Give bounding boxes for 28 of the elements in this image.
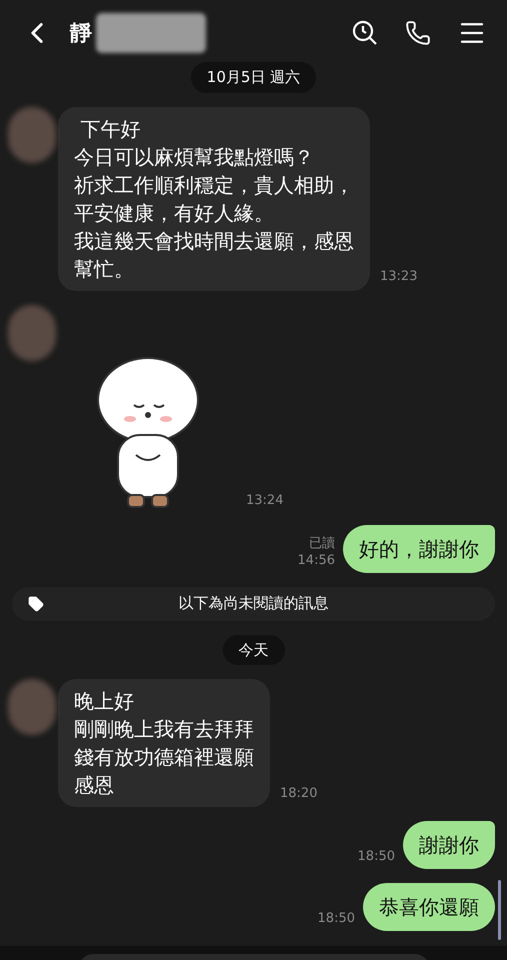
message-line: 幫忙。 — [74, 256, 135, 282]
message-line: 我這幾天會找時間去還願，感恩 — [74, 228, 354, 254]
tag-icon — [28, 596, 44, 612]
message-bubble: 好的，謝謝你 — [343, 524, 495, 572]
message-time: 13:24 — [246, 492, 284, 510]
message-line: 晚上好 — [74, 688, 135, 715]
message-line: 平安健康，有好人緣。 — [74, 200, 275, 226]
scrollbar-thumb — [498, 880, 501, 940]
message-time: 18:50 — [358, 848, 395, 865]
message-line: 錢有放功德箱裡還願 — [74, 744, 254, 771]
message-time: 18:50 — [318, 910, 355, 927]
message-line: 祈求工作順利穩定，貴人相助， — [74, 172, 354, 198]
message-line: 今日可以麻煩幫我點燈嗎？ — [74, 144, 315, 170]
message-time: 14:56 — [298, 552, 335, 568]
read-receipt: 已讀 — [309, 534, 335, 552]
message-line: 剛剛晚上我有去拜拜 — [74, 716, 254, 743]
date-label: 10月5日 週六 — [190, 62, 316, 92]
message-time: 18:20 — [280, 784, 318, 802]
message-time: 13:23 — [380, 268, 418, 286]
message-bubble: 恭喜你還願 — [363, 883, 495, 931]
message-bubble: 謝謝你 — [403, 821, 495, 869]
chat-title: 靜 — [70, 20, 92, 48]
phone-icon[interactable] — [405, 20, 431, 46]
message-line: 下午好 — [79, 116, 142, 142]
unread-label: 以下為尚未閱讀的訊息 — [178, 593, 330, 614]
date-label: 今天 — [222, 634, 284, 665]
message-line: 感恩 — [74, 772, 115, 799]
search-icon[interactable] — [351, 19, 379, 47]
